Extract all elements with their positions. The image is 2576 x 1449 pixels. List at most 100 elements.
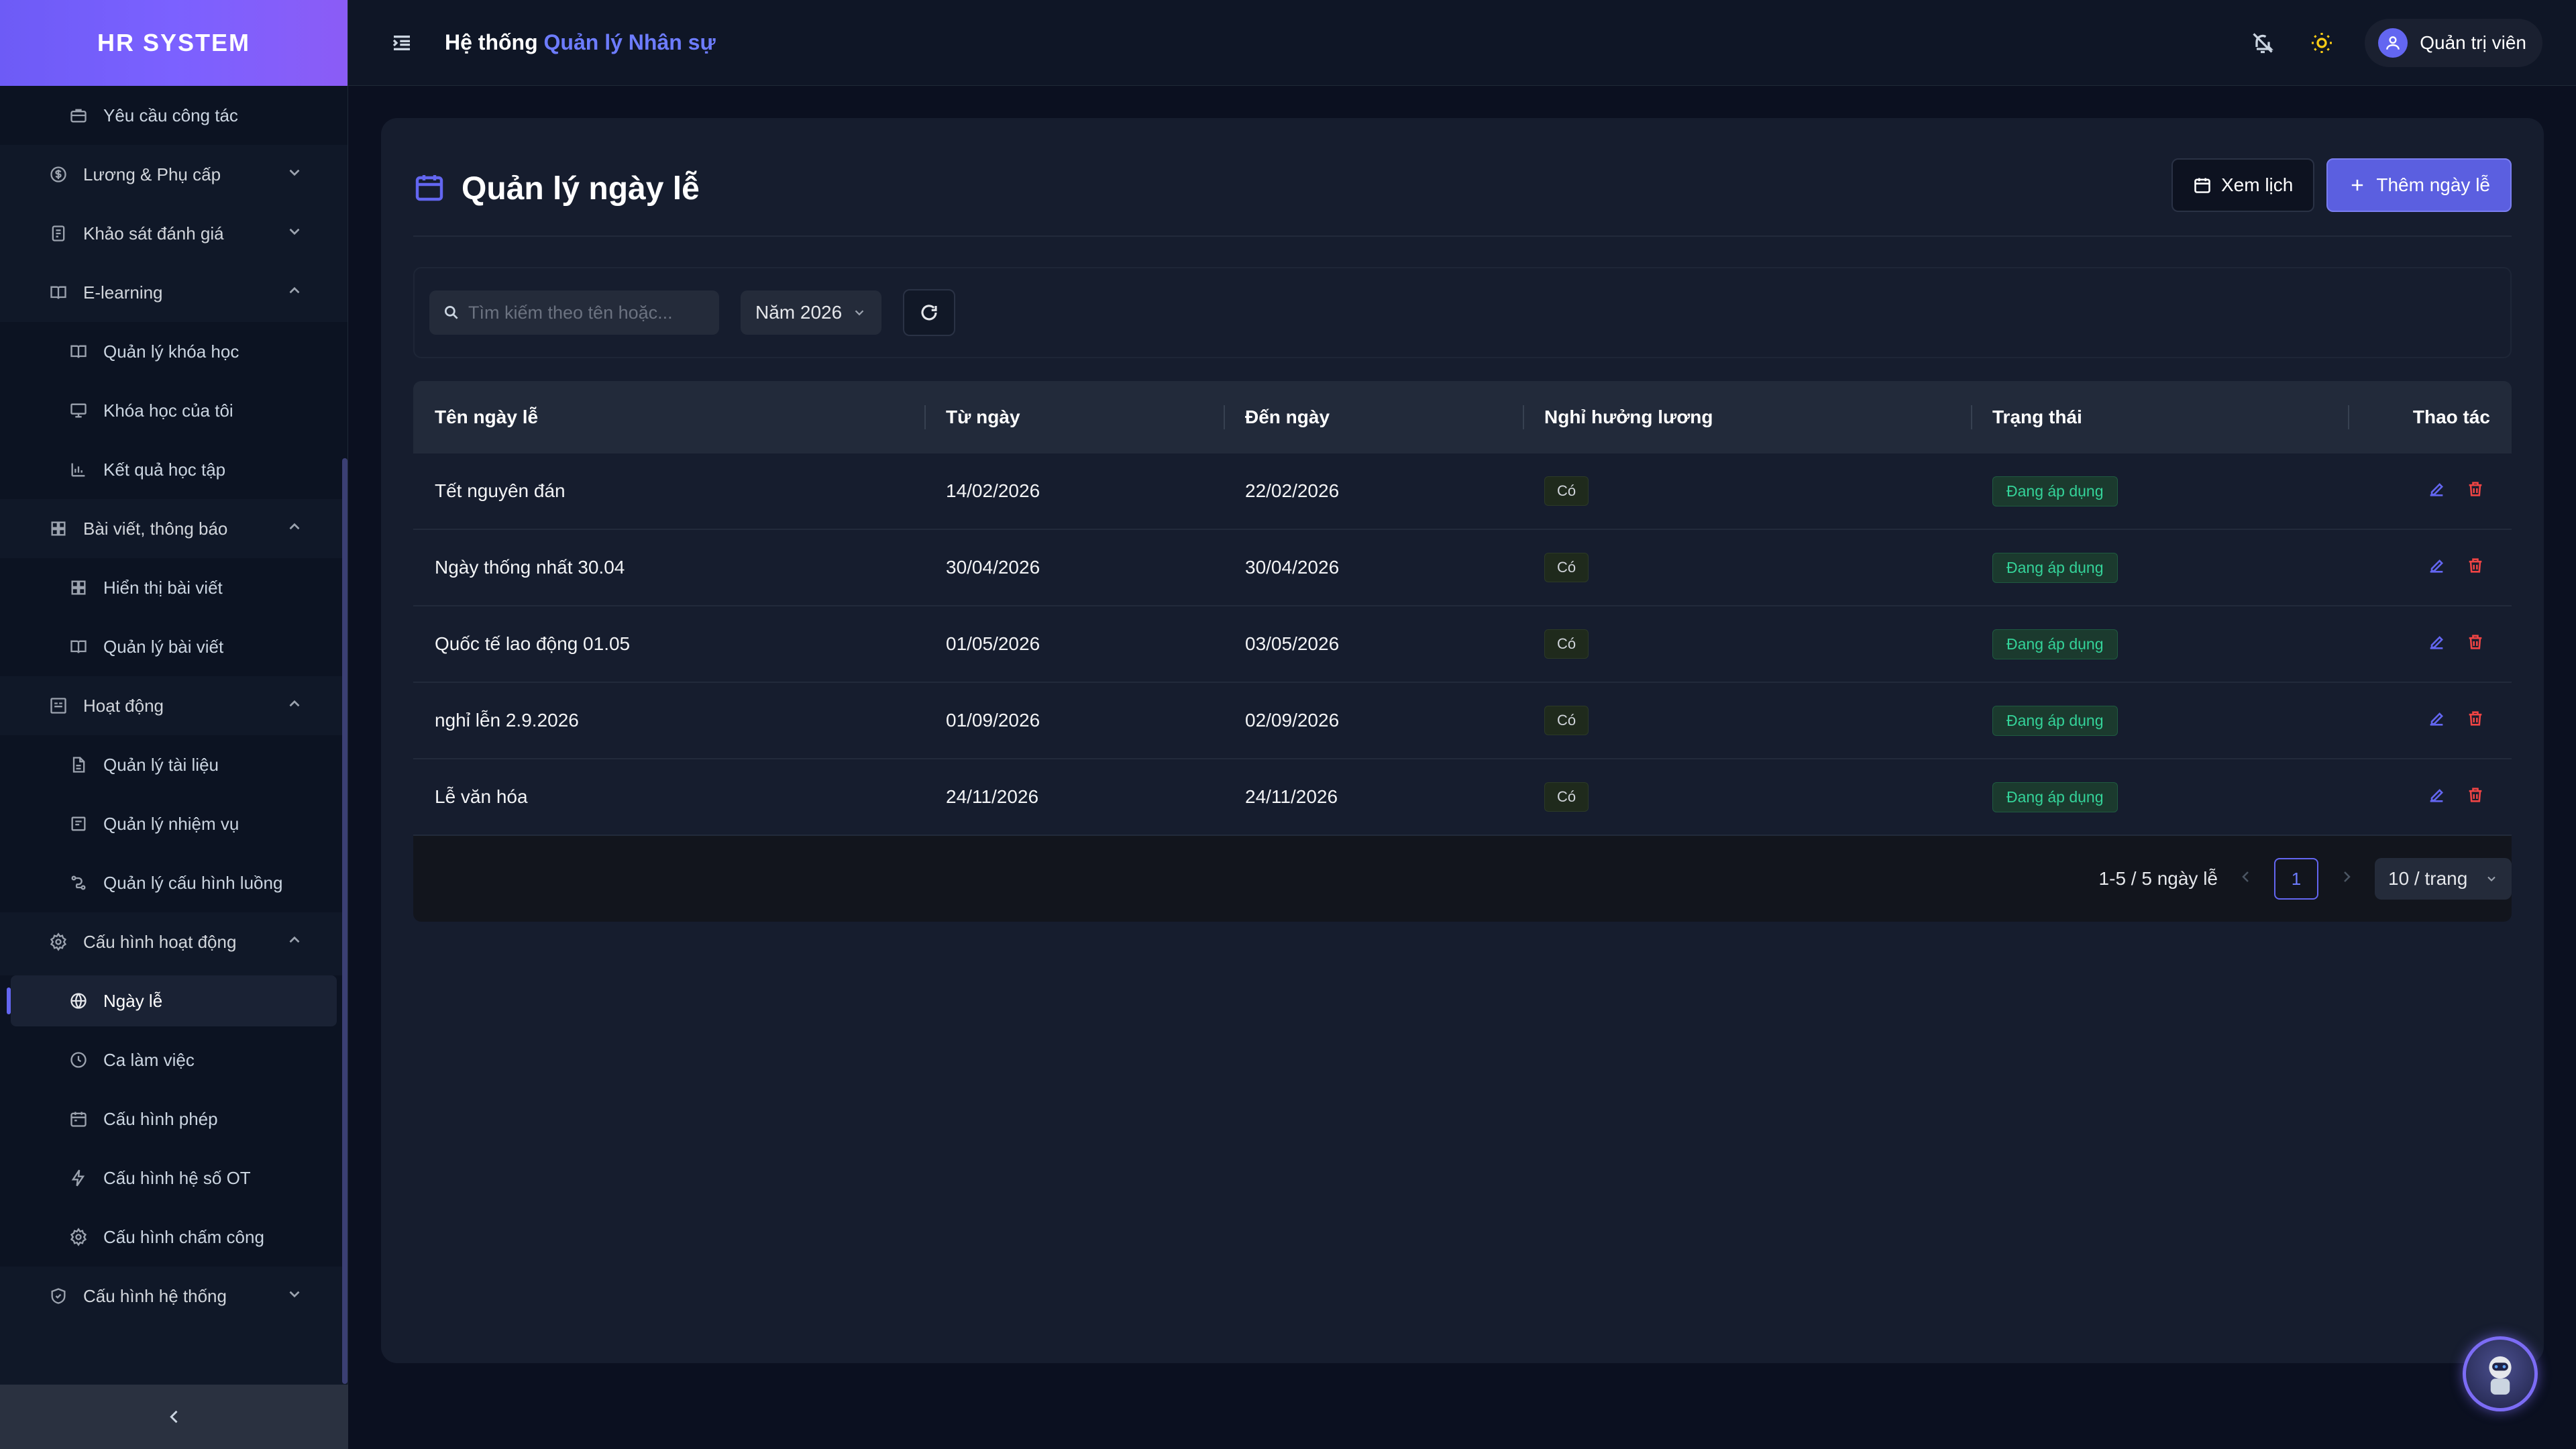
table-header: Tên ngày lễ Từ ngày Đến ngày Nghỉ hưởng …	[413, 381, 2512, 453]
column-header[interactable]: Đến ngày	[1224, 381, 1523, 453]
paid-badge: Có	[1544, 629, 1589, 659]
edit-icon	[2430, 482, 2443, 496]
column-header[interactable]: Trạng thái	[1971, 381, 2348, 453]
task-icon	[68, 814, 89, 834]
sidebar-item-label: Quản lý bài viết	[103, 636, 224, 657]
sidebar-item[interactable]: Hiển thị bài viết	[0, 558, 347, 617]
view-calendar-button[interactable]: Xem lịch	[2171, 158, 2315, 212]
avatar	[2378, 28, 2408, 58]
delete-button[interactable]	[2466, 556, 2485, 580]
sidebar-submenu: Quản lý khóa học Khóa học của tôi Kết quả …	[0, 322, 347, 499]
trash-icon	[2469, 557, 2482, 573]
sidebar-item[interactable]: Quản lý cấu hình luồng	[0, 853, 347, 912]
header-divider	[413, 235, 2512, 237]
chatbot-button[interactable]	[2463, 1336, 2538, 1411]
sidebar-item[interactable]: Khóa học của tôi	[0, 381, 347, 440]
paid-badge: Có	[1544, 476, 1589, 506]
paid-badge: Có	[1544, 706, 1589, 735]
column-header[interactable]: Từ ngày	[924, 381, 1224, 453]
bar-chart-icon	[68, 460, 89, 480]
sidebar-group[interactable]: Cấu hình hoạt động	[0, 912, 347, 971]
chevron-left-icon	[2242, 871, 2249, 882]
sidebar-item[interactable]: Quản lý khóa học	[0, 322, 347, 381]
page-title: Quản lý ngày lễ	[462, 170, 700, 207]
bolt-icon	[68, 1168, 89, 1188]
refresh-button[interactable]	[903, 289, 955, 336]
sidebar-group-label: Hoạt động	[83, 695, 164, 716]
menu-fold-icon	[392, 35, 410, 50]
chevron-down-icon	[286, 223, 303, 245]
sidebar-group[interactable]: Khảo sát đánh giá	[0, 204, 347, 263]
edit-button[interactable]	[2427, 556, 2446, 580]
sidebar-item[interactable]: Quản lý bài viết	[0, 617, 347, 676]
bell-off-icon	[2253, 33, 2274, 54]
sidebar-item-label: Ngày lễ	[103, 990, 163, 1011]
column-header[interactable]: Nghỉ hưởng lương	[1523, 381, 1971, 453]
next-page-button[interactable]	[2339, 868, 2355, 890]
delete-button[interactable]	[2466, 709, 2485, 733]
brand-logo: HR SYSTEM	[0, 0, 347, 86]
calendar-icon	[413, 171, 445, 207]
to-date: 03/05/2026	[1245, 633, 1340, 654]
from-date: 14/02/2026	[946, 480, 1040, 501]
sidebar-item[interactable]: Quản lý tài liệu	[0, 735, 347, 794]
user-menu[interactable]: Quản trị viên	[2365, 19, 2542, 67]
sidebar-item[interactable]: Ngày lễ	[7, 975, 337, 1026]
sidebar-scrollbar[interactable]	[342, 458, 347, 1384]
search-input[interactable]: Tìm kiếm theo tên hoặc...	[429, 290, 719, 335]
from-date: 30/04/2026	[946, 557, 1040, 578]
user-icon	[2386, 36, 2400, 50]
sidebar-group[interactable]: E-learning	[0, 263, 347, 322]
sidebar-group-label: E-learning	[83, 282, 163, 303]
add-holiday-label: Thêm ngày lễ	[2376, 174, 2490, 195]
edit-button[interactable]	[2427, 480, 2446, 503]
sidebar-item[interactable]: Cấu hình phép	[0, 1089, 347, 1148]
add-holiday-button[interactable]: Thêm ngày lễ	[2326, 158, 2512, 212]
holiday-name: Lễ văn hóa	[435, 786, 528, 807]
status-badge: Đang áp dụng	[1992, 629, 2118, 659]
sidebar-item-label: Ca làm việc	[103, 1049, 195, 1070]
year-select[interactable]: Năm 2026	[741, 290, 881, 335]
edit-button[interactable]	[2427, 633, 2446, 656]
table-row: Ngày thống nhất 30.04 30/04/2026 30/04/202…	[413, 530, 2512, 606]
sidebar-group[interactable]: Lương & Phụ cấp	[0, 145, 347, 204]
sidebar-item[interactable]: Kết quả học tập	[0, 440, 347, 499]
edit-button[interactable]	[2427, 709, 2446, 733]
sidebar-item[interactable]: Cấu hình chấm công	[0, 1208, 347, 1267]
column-header[interactable]: Tên ngày lễ	[413, 381, 924, 453]
sidebar-item-label: Cấu hình chấm công	[103, 1226, 264, 1247]
sidebar-group[interactable]: Bài viết, thông báo	[0, 499, 347, 558]
activity-icon	[48, 696, 68, 716]
edit-icon	[2430, 635, 2443, 649]
notifications-button[interactable]	[2247, 27, 2279, 59]
sidebar-collapse-button[interactable]	[0, 1385, 348, 1449]
sidebar-item[interactable]: Cấu hình hệ số OT	[0, 1148, 347, 1208]
sidebar-item[interactable]: Yêu cầu công tác	[0, 86, 347, 145]
sidebar-item[interactable]: Ca làm việc	[0, 1030, 347, 1089]
delete-button[interactable]	[2466, 786, 2485, 809]
chevron-down-icon	[2487, 876, 2496, 881]
theme-toggle-button[interactable]	[2306, 27, 2338, 59]
to-date: 24/11/2026	[1245, 786, 1338, 807]
status-badge: Đang áp dụng	[1992, 476, 2118, 506]
delete-button[interactable]	[2466, 633, 2485, 656]
menu-toggle-button[interactable]	[388, 30, 415, 56]
to-date: 22/02/2026	[1245, 480, 1340, 501]
to-date: 30/04/2026	[1245, 557, 1340, 578]
refresh-icon	[921, 305, 937, 321]
page-number-button[interactable]: 1	[2274, 858, 2318, 900]
trash-icon	[2469, 481, 2482, 496]
holiday-name: Ngày thống nhất 30.04	[435, 557, 625, 578]
book-icon	[48, 282, 68, 303]
sidebar-item[interactable]: Quản lý nhiệm vụ	[0, 794, 347, 853]
page-size-select[interactable]: 10 / trang	[2375, 858, 2512, 900]
edit-button[interactable]	[2427, 786, 2446, 809]
delete-button[interactable]	[2466, 480, 2485, 503]
sidebar-group[interactable]: Cấu hình hệ thống	[0, 1267, 347, 1326]
sidebar-group[interactable]: Hoạt động	[0, 676, 347, 735]
prev-page-button[interactable]	[2238, 868, 2254, 890]
paid-badge: Có	[1544, 553, 1589, 582]
chevron-left-icon	[169, 1410, 178, 1424]
filter-bar: Tìm kiếm theo tên hoặc... Năm 2026	[413, 267, 2512, 358]
sidebar-item-label: Quản lý cấu hình luồng	[103, 872, 283, 893]
